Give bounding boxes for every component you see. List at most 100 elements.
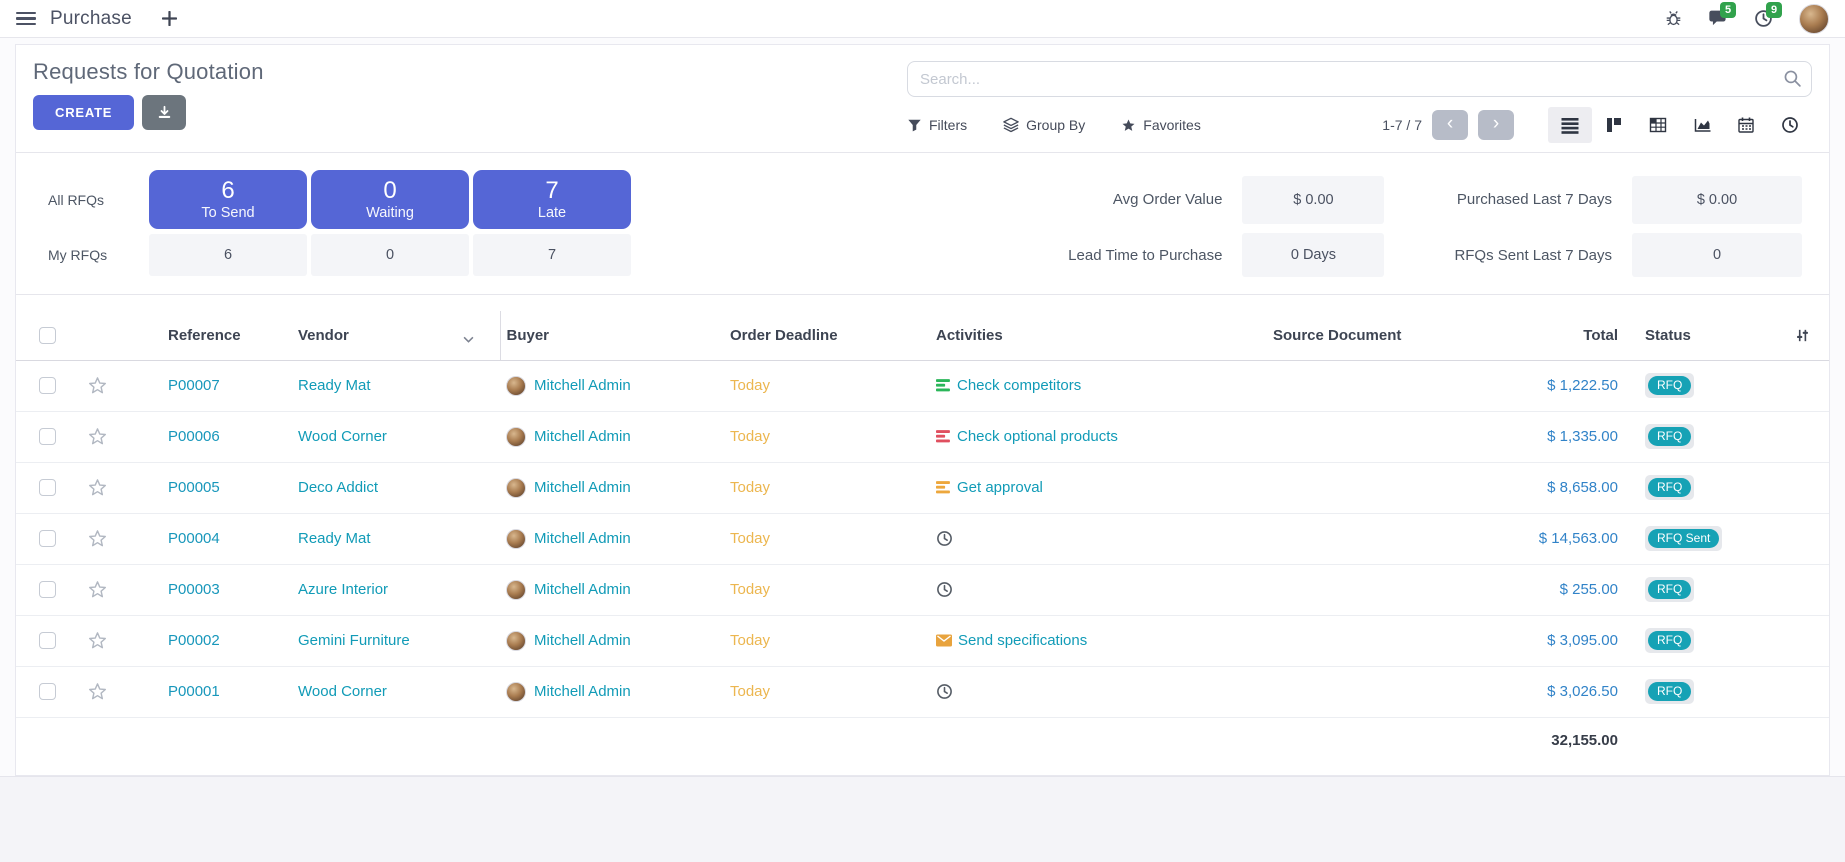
vendor-link[interactable]: Gemini Furniture <box>298 632 410 649</box>
user-avatar[interactable] <box>1799 4 1829 34</box>
table-row[interactable]: P00003 Azure Interior Mitchell Admin Tod… <box>16 564 1829 615</box>
column-header-status[interactable]: Status <box>1630 311 1775 360</box>
row-checkbox[interactable] <box>39 479 56 496</box>
buyer-link[interactable]: Mitchell Admin <box>534 683 631 700</box>
activity-view-button[interactable] <box>1768 107 1812 143</box>
column-header-activities[interactable]: Activities <box>930 311 1265 360</box>
column-header-vendor[interactable]: Vendor <box>292 311 500 360</box>
buyer-link[interactable]: Mitchell Admin <box>534 581 631 598</box>
reference-link[interactable]: P00005 <box>168 479 220 496</box>
pager-range: 1-7 / 7 <box>1382 117 1422 133</box>
column-header-reference[interactable]: Reference <box>142 311 292 360</box>
activity-label[interactable]: Get approval <box>957 479 1043 496</box>
source-document <box>1265 360 1505 411</box>
activity-mail-icon[interactable] <box>936 634 952 647</box>
vendor-link[interactable]: Wood Corner <box>298 683 387 700</box>
favorite-star-icon[interactable] <box>88 478 142 497</box>
reference-link[interactable]: P00006 <box>168 428 220 445</box>
table-row[interactable]: P00002 Gemini Furniture Mitchell Admin T… <box>16 615 1829 666</box>
late-kpi-button[interactable]: 7Late <box>473 170 631 229</box>
pager-previous-button[interactable]: ‹ <box>1432 110 1468 140</box>
row-checkbox[interactable] <box>39 632 56 649</box>
messages-icon[interactable]: 5 <box>1708 9 1728 28</box>
search-icon[interactable] <box>1783 69 1802 93</box>
vendor-link[interactable]: Ready Mat <box>298 530 371 547</box>
vendor-link[interactable]: Wood Corner <box>298 428 387 445</box>
dashboard-metrics: Avg Order Value $ 0.00 Purchased Last 7 … <box>1068 170 1802 280</box>
status-badge: RFQ <box>1645 373 1694 398</box>
to-send-kpi-button[interactable]: 6To Send <box>149 170 307 229</box>
buyer-link[interactable]: Mitchell Admin <box>534 428 631 445</box>
reference-link[interactable]: P00003 <box>168 581 220 598</box>
filters-button[interactable]: Filters <box>907 117 967 133</box>
my-waiting-cell[interactable]: 0 <box>311 234 469 276</box>
vendor-link[interactable]: Azure Interior <box>298 581 388 598</box>
source-document <box>1265 462 1505 513</box>
page-background <box>0 776 1845 862</box>
row-checkbox[interactable] <box>39 581 56 598</box>
calendar-view-button[interactable] <box>1724 107 1768 143</box>
graph-view-button[interactable] <box>1680 107 1724 143</box>
favorite-star-icon[interactable] <box>88 682 142 701</box>
buyer-link[interactable]: Mitchell Admin <box>534 377 631 394</box>
buyer-link[interactable]: Mitchell Admin <box>534 632 631 649</box>
kanban-view-button[interactable] <box>1592 107 1636 143</box>
optional-columns-icon[interactable] <box>1775 327 1829 344</box>
list-view-button[interactable] <box>1548 107 1592 143</box>
table-row[interactable]: P00006 Wood Corner Mitchell Admin Today … <box>16 411 1829 462</box>
column-header-buyer[interactable]: Buyer <box>500 311 726 360</box>
pager-next-button[interactable]: › <box>1478 110 1514 140</box>
row-checkbox[interactable] <box>39 683 56 700</box>
status-badge: RFQ <box>1645 577 1694 602</box>
row-checkbox[interactable] <box>39 428 56 445</box>
waiting-kpi-button[interactable]: 0Waiting <box>311 170 469 229</box>
search-input[interactable] <box>907 61 1812 97</box>
activity-clock-icon[interactable] <box>936 581 953 598</box>
favorite-star-icon[interactable] <box>88 631 142 650</box>
activity-label[interactable]: Send specifications <box>958 632 1087 649</box>
vendor-link[interactable]: Deco Addict <box>298 479 378 496</box>
activities-clock-icon[interactable]: 9 <box>1754 9 1773 28</box>
buyer-link[interactable]: Mitchell Admin <box>534 479 631 496</box>
vendor-link[interactable]: Ready Mat <box>298 377 371 394</box>
favorite-star-icon[interactable] <box>88 580 142 599</box>
apps-menu-icon[interactable] <box>16 12 36 26</box>
reference-link[interactable]: P00002 <box>168 632 220 649</box>
activity-label[interactable]: Check competitors <box>957 377 1081 394</box>
reference-link[interactable]: P00001 <box>168 683 220 700</box>
activity-tasks-icon[interactable] <box>936 429 951 444</box>
table-row[interactable]: P00004 Ready Mat Mitchell Admin Today $ … <box>16 513 1829 564</box>
column-header-total[interactable]: Total <box>1505 311 1630 360</box>
buyer-link[interactable]: Mitchell Admin <box>534 530 631 547</box>
activity-clock-icon[interactable] <box>936 683 953 700</box>
pivot-view-button[interactable] <box>1636 107 1680 143</box>
activity-tasks-icon[interactable] <box>936 378 951 393</box>
reference-link[interactable]: P00004 <box>168 530 220 547</box>
app-name[interactable]: Purchase <box>50 8 132 30</box>
buyer-avatar <box>506 580 526 600</box>
table-row[interactable]: P00001 Wood Corner Mitchell Admin Today … <box>16 666 1829 717</box>
select-all-checkbox[interactable] <box>39 327 56 344</box>
favorite-star-icon[interactable] <box>88 427 142 446</box>
column-header-order-deadline[interactable]: Order Deadline <box>726 311 930 360</box>
reference-link[interactable]: P00007 <box>168 377 220 394</box>
debug-bug-icon[interactable] <box>1665 10 1682 27</box>
row-checkbox[interactable] <box>39 377 56 394</box>
my-late-cell[interactable]: 7 <box>473 234 631 276</box>
favorites-button[interactable]: Favorites <box>1121 117 1201 133</box>
plus-icon[interactable] <box>162 11 177 26</box>
activity-label[interactable]: Check optional products <box>957 428 1118 445</box>
table-row[interactable]: P00007 Ready Mat Mitchell Admin Today Ch… <box>16 360 1829 411</box>
activity-tasks-icon[interactable] <box>936 480 951 495</box>
source-document <box>1265 513 1505 564</box>
favorite-star-icon[interactable] <box>88 376 142 395</box>
column-header-source-document[interactable]: Source Document <box>1265 311 1505 360</box>
favorite-star-icon[interactable] <box>88 529 142 548</box>
my-to-send-cell[interactable]: 6 <box>149 234 307 276</box>
create-button[interactable]: CREATE <box>33 95 134 130</box>
table-row[interactable]: P00005 Deco Addict Mitchell Admin Today … <box>16 462 1829 513</box>
export-download-button[interactable] <box>142 95 186 130</box>
group-by-button[interactable]: Group By <box>1003 117 1085 133</box>
activity-clock-icon[interactable] <box>936 530 953 547</box>
row-checkbox[interactable] <box>39 530 56 547</box>
